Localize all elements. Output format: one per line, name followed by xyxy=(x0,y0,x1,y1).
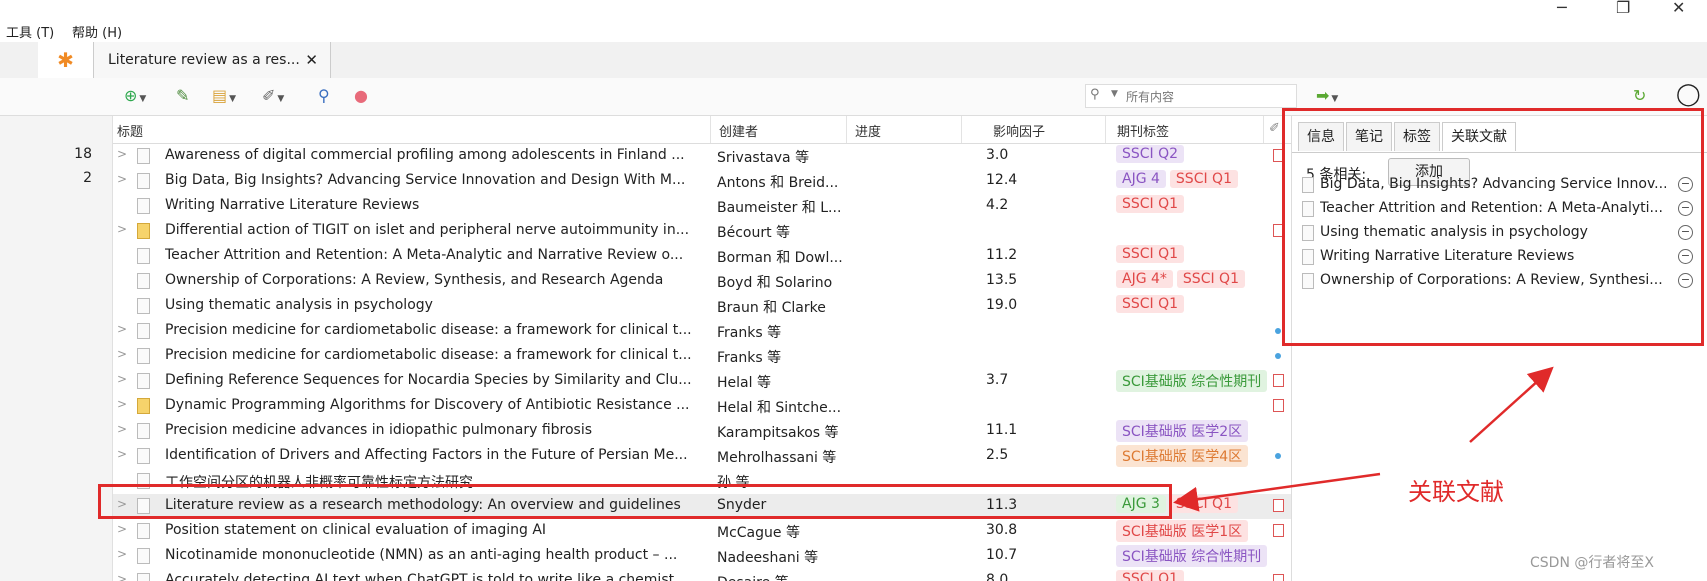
watermark: CSDN @行者将至X xyxy=(1530,555,1654,571)
arrow-to-related-pane xyxy=(1469,366,1554,443)
annotation-label: 关联文献 xyxy=(1408,478,1504,506)
arrow-to-selected-row xyxy=(1173,472,1381,512)
